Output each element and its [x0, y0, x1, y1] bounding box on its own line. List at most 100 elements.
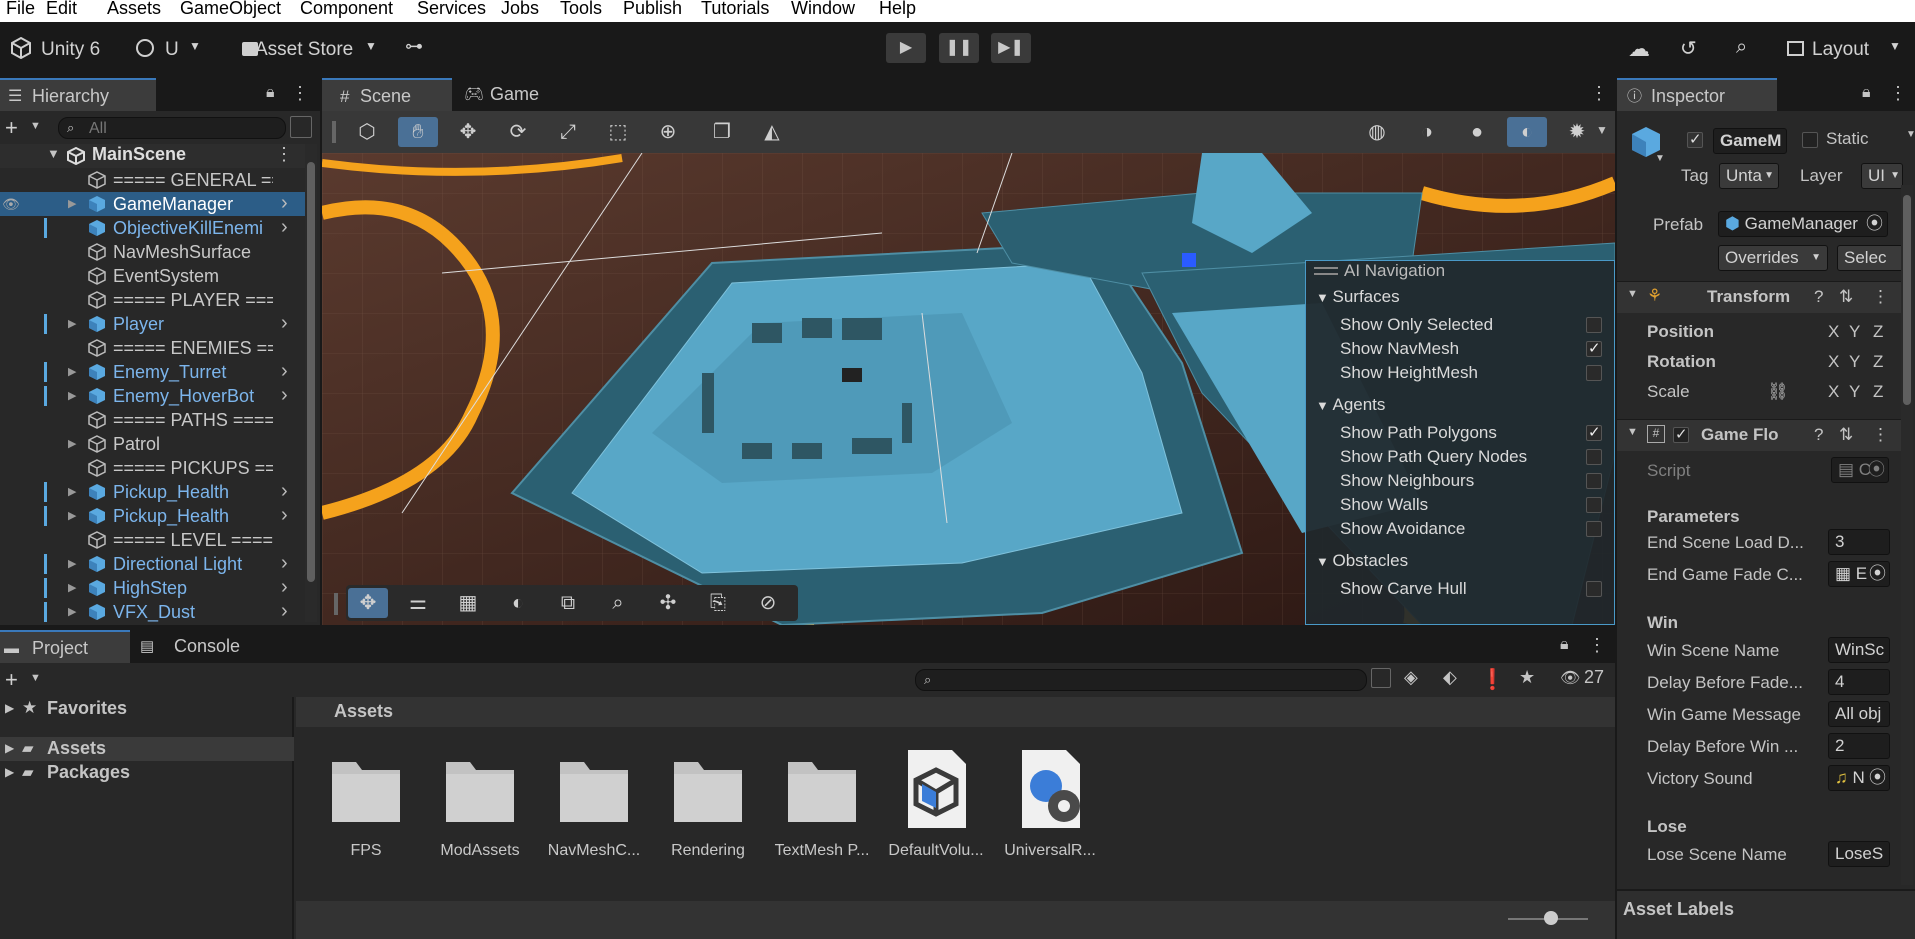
object-name-field[interactable]: GameM	[1713, 128, 1787, 154]
chevron-right-icon[interactable]: ›	[281, 383, 288, 407]
expand-arrow-icon[interactable]: ▶	[68, 360, 76, 384]
lock-icon[interactable]: 🔒︎	[1560, 636, 1569, 654]
chevron-right-icon[interactable]: ›	[281, 215, 288, 239]
component-enabled-checkbox[interactable]: ✓	[1673, 426, 1689, 443]
expand-arrow-icon[interactable]: ▼	[47, 146, 60, 161]
hierarchy-item[interactable]: ▶ Enemy_Turret ›	[0, 360, 305, 384]
position-x[interactable]: X	[1828, 322, 1839, 342]
scene-row[interactable]: ▼ MainScene ⋮	[0, 144, 305, 168]
rotate-tool-icon[interactable]: ⟳	[498, 117, 538, 147]
menu-window[interactable]: Window	[791, 0, 855, 19]
hierarchy-item[interactable]: ▶ HighStep ›	[0, 576, 305, 600]
expand-arrow-icon[interactable]: ▶	[68, 432, 76, 456]
menu-tutorials[interactable]: Tutorials	[701, 0, 769, 19]
ai-nav-option-checkbox[interactable]	[1586, 521, 1602, 537]
chevron-right-icon[interactable]: ›	[281, 311, 288, 335]
presets-icon[interactable]: ⇅	[1839, 425, 1853, 445]
add-icon[interactable]: +	[5, 115, 18, 141]
view-cube-icon[interactable]: ⬡	[347, 117, 387, 147]
select-button[interactable]: Selec	[1837, 245, 1907, 271]
hierarchy-item[interactable]: ▶ Enemy_HoverBot ›	[0, 384, 305, 408]
expand-arrow-icon[interactable]: ▶	[5, 765, 14, 779]
rotation-z[interactable]: Z	[1873, 352, 1883, 372]
menu-tools[interactable]: Tools	[560, 0, 602, 19]
hierarchy-item[interactable]: ▶ Player ›	[0, 312, 305, 336]
win-scene-field[interactable]: WinSc	[1828, 637, 1890, 663]
shading-icon[interactable]: ◐	[498, 588, 538, 618]
drag-handle-icon[interactable]	[332, 121, 336, 143]
drag-handle-icon[interactable]	[1314, 267, 1338, 275]
zoom-icon[interactable]: ⌕	[598, 588, 638, 618]
delay-fade-field[interactable]: 4	[1828, 669, 1890, 695]
expand-arrow-icon[interactable]: ▶	[5, 701, 14, 715]
chevron-right-icon[interactable]: ›	[281, 551, 288, 575]
menu-help[interactable]: Help	[879, 0, 916, 19]
scale-y[interactable]: Y	[1849, 382, 1860, 402]
game-flow-header[interactable]: ▼ # ✓ Game Flo ? ⇅ ⋮	[1617, 419, 1901, 451]
tab-inspector[interactable]: ⓘ Inspector	[1617, 78, 1777, 111]
chevron-down-icon[interactable]: ▼	[30, 672, 41, 684]
menu-services[interactable]: Services	[417, 0, 486, 19]
move-tool-icon[interactable]: ✥	[448, 117, 488, 147]
rotation-x[interactable]: X	[1828, 352, 1839, 372]
hierarchy-item[interactable]: ▶ Patrol	[0, 432, 305, 456]
layout-dropdown[interactable]: Layout ▼	[1785, 36, 1905, 62]
static-checkbox[interactable]	[1802, 132, 1818, 148]
tag-dropdown[interactable]: Unta ▼	[1719, 163, 1779, 189]
expand-arrow-icon[interactable]: ▶	[5, 741, 14, 755]
hierarchy-item[interactable]: NavMeshSurface	[0, 240, 305, 264]
expand-arrow-icon[interactable]: ▼	[1627, 426, 1638, 438]
play-button[interactable]: ▶	[886, 33, 926, 63]
snap-settings-icon[interactable]: ⚌	[398, 588, 438, 618]
expand-arrow-icon[interactable]: ▶	[68, 480, 76, 504]
label-filter-icon[interactable]: ⬖	[1443, 667, 1457, 688]
chevron-right-icon[interactable]: ›	[281, 191, 288, 215]
chevron-right-icon[interactable]: ›	[281, 503, 288, 527]
hierarchy-item[interactable]: 👁︎ ▶ GameManager ›	[0, 192, 305, 216]
tab-project[interactable]: ▬ Project	[0, 630, 130, 663]
gizmo-globe-icon[interactable]: ◍	[1357, 117, 1397, 147]
hierarchy-item[interactable]: ▶ Directional Light ›	[0, 552, 305, 576]
camera-icon[interactable]: ⎘	[698, 588, 738, 618]
prefab-field[interactable]: ⬢ GameManager ⦿	[1718, 211, 1888, 237]
cloud-icon[interactable]: ☁	[1628, 36, 1650, 62]
hierarchy-item[interactable]: ===== GENERAL ===	[0, 168, 305, 192]
transform-tool-icon[interactable]: ⊕	[648, 117, 688, 147]
active-checkbox[interactable]: ✓	[1687, 131, 1703, 148]
lock-icon[interactable]: 🔒︎	[266, 84, 275, 102]
victory-sound-field[interactable]: ♫ N ⦿	[1828, 765, 1890, 791]
hierarchy-search-input[interactable]: ⌕ All	[58, 117, 286, 139]
ai-nav-option-checkbox[interactable]	[1586, 449, 1602, 465]
grid-snap-icon[interactable]: ▦	[448, 588, 488, 618]
type-filter-icon[interactable]: ◈	[1404, 667, 1418, 688]
more-menu-icon[interactable]: ⋮	[1872, 425, 1889, 445]
drag-handle-icon[interactable]	[334, 593, 338, 615]
hierarchy-item[interactable]: ===== LEVEL =====	[0, 528, 305, 552]
menu-assets[interactable]: Assets	[107, 0, 161, 19]
tab-hierarchy[interactable]: ☰ Hierarchy	[0, 78, 156, 111]
chevron-down-icon[interactable]: ▼	[1655, 153, 1665, 164]
presets-icon[interactable]: ⇅	[1839, 287, 1853, 307]
expand-arrow-icon[interactable]: ▶	[68, 384, 76, 408]
chevron-down-icon[interactable]: ▼	[1596, 123, 1608, 137]
chevron-right-icon[interactable]: ›	[281, 479, 288, 503]
expand-arrow-icon[interactable]: ▶	[68, 552, 76, 576]
assets-heading[interactable]: Assets	[334, 701, 393, 722]
step-button[interactable]: ▶❚	[991, 33, 1031, 63]
layer-dropdown[interactable]: UI ▼	[1861, 163, 1903, 189]
end-fade-field[interactable]: ▦ E ⦿	[1828, 561, 1890, 587]
ai-nav-option-checkbox[interactable]	[1586, 581, 1602, 597]
ai-nav-section[interactable]: ▼ Surfaces	[1316, 287, 1400, 307]
hand-tool-icon[interactable]: ✋︎	[398, 117, 438, 147]
menu-file[interactable]: File	[6, 0, 35, 19]
hierarchy-item[interactable]: ===== PICKUPS ===	[0, 456, 305, 480]
lose-scene-field[interactable]: LoseS	[1828, 841, 1890, 867]
help-icon[interactable]: ?	[1814, 425, 1823, 445]
transform-header[interactable]: ▼ ⚘ Transform ? ⇅ ⋮	[1617, 281, 1901, 313]
ai-nav-option-checkbox[interactable]	[1586, 317, 1602, 333]
menu-gameobject[interactable]: GameObject	[180, 0, 281, 19]
position-y[interactable]: Y	[1849, 322, 1860, 342]
expand-arrow-icon[interactable]: ▶	[68, 576, 76, 600]
tab-console[interactable]: ▤ Console	[134, 630, 264, 663]
ai-nav-option-checkbox[interactable]	[1586, 497, 1602, 513]
